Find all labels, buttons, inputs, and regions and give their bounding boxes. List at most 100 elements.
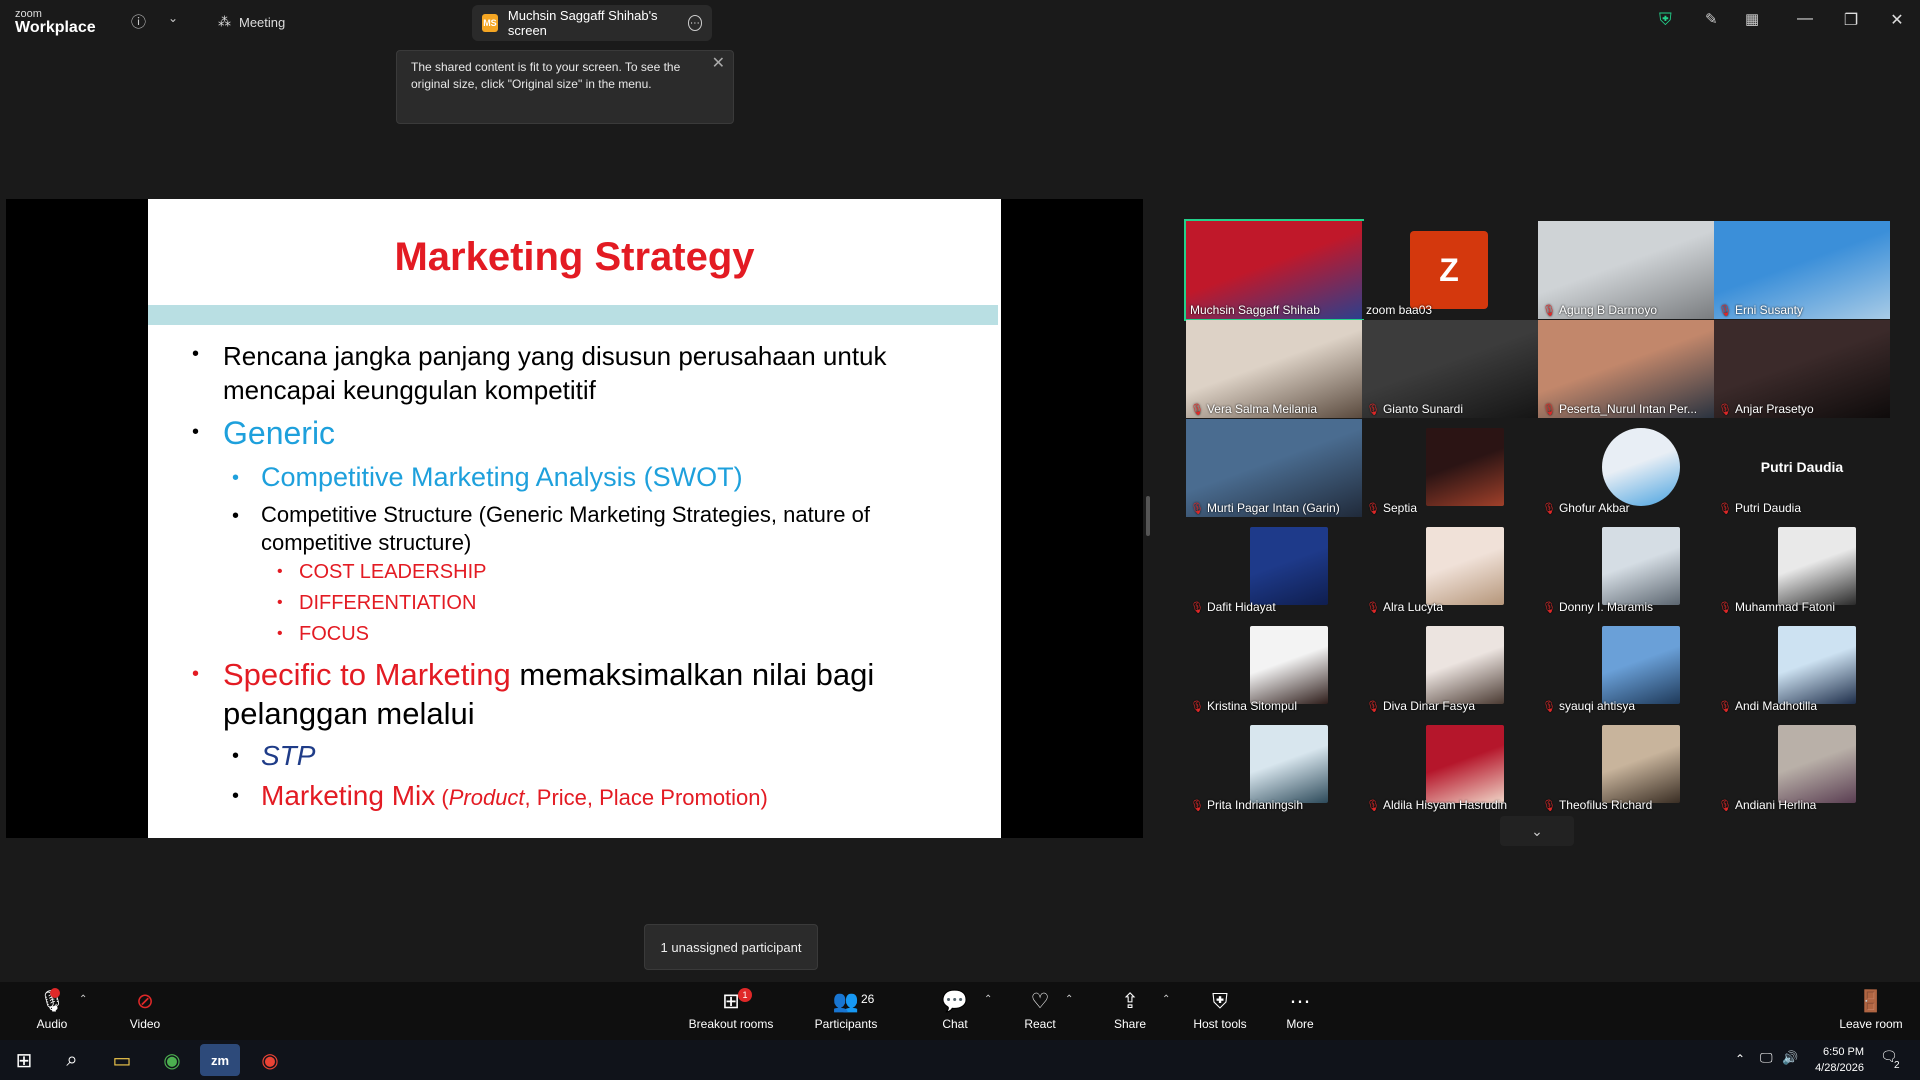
participant-tile[interactable]: 🎙 Andi Madhotilla (1714, 617, 1890, 715)
participant-tile[interactable]: 🎙 Kristina Sitompul (1186, 617, 1362, 715)
participant-name: 🎙 Murti Pagar Intan (Garin) (1190, 501, 1340, 515)
bullet: • (192, 421, 200, 443)
chat-button[interactable]: 💬 Chat (938, 982, 972, 1040)
participant-tile[interactable]: 🎙 Agung B Darmoyo (1538, 221, 1714, 319)
chrome-icon[interactable]: ◉ (152, 1044, 192, 1076)
title-bar: zoom Workplace ⓘ ⌄ ⁂ Meeting MS Muchsin … (0, 0, 1920, 44)
participant-name: 🎙 Diva Dinar Fasya (1366, 699, 1475, 713)
chevron-down-icon[interactable]: ⌄ (1500, 816, 1574, 846)
chevron-up-icon[interactable]: ⌃ (984, 994, 992, 1005)
more-button[interactable]: ⋯ More (1280, 982, 1320, 1040)
avatar (1250, 626, 1328, 704)
search-icon[interactable]: ⌕ (52, 1044, 92, 1076)
close-button[interactable]: ✕ (1882, 10, 1912, 30)
participant-tile[interactable]: 🎙 Diva Dinar Fasya (1362, 617, 1538, 715)
slide-text: Competitive Marketing Analysis (SWOT) (261, 462, 743, 492)
volume-icon[interactable]: 🔊 (1782, 1050, 1798, 1066)
host-tools-label: Host tools (1193, 1017, 1247, 1031)
file-explorer-icon[interactable]: ▭ (102, 1044, 142, 1076)
slide-text-black: memaksimalkan nilai bagi (510, 657, 875, 692)
layout-icon[interactable]: ▦ (1745, 10, 1759, 28)
participant-name-label: Vera Salma Meilania (1206, 402, 1318, 416)
bullet: • (277, 594, 283, 611)
participant-name: 🎙 Kristina Sitompul (1190, 699, 1297, 713)
slide-text-product: Product (448, 785, 525, 810)
zoom-logo: zoom Workplace (15, 9, 96, 36)
participant-tile[interactable]: 🎙 Septia (1362, 419, 1538, 517)
participant-tile[interactable]: Muchsin Saggaff Shihab (1184, 219, 1364, 321)
share-button[interactable]: ⇪ Share (1110, 982, 1150, 1040)
chevron-up-icon[interactable]: ⌃ (1735, 1052, 1745, 1066)
avatar (1778, 527, 1856, 605)
participant-name-label: syauqi ahtisya (1558, 699, 1636, 713)
participant-name: 🎙 Alra Lucyta (1366, 600, 1443, 614)
info-icon[interactable]: ⓘ (131, 11, 146, 32)
clock[interactable]: 6:50 PM 4/28/2026 (1815, 1044, 1864, 1076)
windows-start-icon[interactable]: ⊞ (4, 1044, 44, 1076)
tab-shared-screen-label: Muchsin Saggaff Shihab's screen (507, 8, 658, 38)
participant-tile[interactable]: 🎙 Ghofur Akbar (1538, 419, 1714, 517)
muted-microphone-icon: 🎙 (1190, 601, 1204, 614)
tab-shared-screen[interactable]: MS Muchsin Saggaff Shihab's screen ⋯ (472, 5, 712, 41)
participant-name: 🎙 Donny I. Maramis (1542, 600, 1653, 614)
participant-tile[interactable]: 🎙 Andiani Herlina (1714, 716, 1890, 814)
participant-tile[interactable]: 🎙 Erni Susanty (1714, 221, 1890, 319)
muted-microphone-icon: 🎙 (1542, 304, 1556, 317)
minimize-button[interactable]: — (1790, 10, 1820, 28)
unassigned-tooltip: 1 unassigned participant (644, 924, 818, 970)
avatar (1778, 725, 1856, 803)
meeting-icon: ⁂ (218, 14, 231, 29)
shield-icon[interactable]: ⛨ (1659, 10, 1672, 30)
zoom-app-icon[interactable]: zm (200, 1044, 240, 1076)
breakout-rooms-button[interactable]: ⊞ Breakout rooms (686, 982, 776, 1040)
chevron-up-icon[interactable]: ⌃ (1065, 994, 1073, 1005)
participant-tile[interactable]: 🎙 Peserta_Nurul Intan Per... (1538, 320, 1714, 418)
participant-tile[interactable]: Putri Daudia 🎙 Putri Daudia (1714, 419, 1890, 517)
participant-tile[interactable]: 🎙 syauqi ahtisya (1538, 617, 1714, 715)
participants-button[interactable]: 👥 Participants (810, 982, 882, 1040)
muted-microphone-icon: 🎙 (1366, 403, 1380, 416)
participant-tile[interactable]: 🎙 Theofilus Richard (1538, 716, 1714, 814)
muted-microphone-icon: 🎙 (1542, 403, 1556, 416)
participant-name-label: Anjar Prasetyo (1734, 402, 1814, 416)
react-label: React (1024, 1017, 1056, 1031)
participant-name: 🎙 Putri Daudia (1718, 501, 1801, 515)
participants-count: 26 (861, 992, 875, 1006)
video-button[interactable]: ⊘ Video (124, 982, 166, 1040)
participant-tile[interactable]: 🎙 Muhammad Fatoni (1714, 518, 1890, 616)
participant-tile[interactable]: 🎙 Alra Lucyta (1362, 518, 1538, 616)
chrome-icon[interactable]: ◉ (250, 1044, 290, 1076)
meeting-toolbar: 🎙 Audio ⌃ ⊘ Video ⊞ Breakout rooms 1 👥 P… (0, 982, 1920, 1040)
participant-tile[interactable]: 🎙 Prita Indrianingsih (1186, 716, 1362, 814)
participant-name: 🎙 Gianto Sunardi (1366, 402, 1463, 416)
participant-tile[interactable]: 🎙 Vera Salma Meilania (1186, 320, 1362, 418)
participant-tile[interactable]: Zzoom baa03 (1362, 221, 1538, 319)
participants-label: Participants (814, 1017, 878, 1031)
more-label: More (1286, 1017, 1314, 1031)
chat-label: Chat (942, 1017, 968, 1031)
restore-button[interactable]: ❐ (1836, 10, 1866, 30)
participant-tile[interactable]: 🎙 Donny I. Maramis (1538, 518, 1714, 616)
leave-room-button[interactable]: 🚪 Leave room (1836, 982, 1906, 1040)
chevron-up-icon[interactable]: ⌃ (79, 994, 87, 1005)
participant-tile[interactable]: 🎙 Murti Pagar Intan (Garin) (1186, 419, 1362, 517)
host-tools-button[interactable]: ⛨ Host tools (1188, 982, 1252, 1040)
pencil-icon[interactable]: ✎ (1705, 10, 1718, 28)
network-icon[interactable]: 🖵 (1760, 1050, 1773, 1066)
tab-meeting[interactable]: ⁂ Meeting (218, 10, 285, 34)
splitter-handle[interactable] (1146, 496, 1150, 536)
participant-tile[interactable]: 🎙 Aldila Hisyam Hasrudin (1362, 716, 1538, 814)
muted-microphone-icon: 🎙 (1718, 601, 1732, 614)
chevron-down-icon[interactable]: ⌄ (168, 11, 178, 25)
participant-name-label: Murti Pagar Intan (Garin) (1206, 501, 1340, 515)
more-options-icon[interactable]: ⋯ (687, 15, 702, 31)
audio-label: Audio (36, 1017, 68, 1031)
participant-tile[interactable]: 🎙 Dafit Hidayat (1186, 518, 1362, 616)
muted-microphone-icon: 🎙 (1366, 601, 1380, 614)
chevron-up-icon[interactable]: ⌃ (1162, 994, 1170, 1005)
participant-tile[interactable]: 🎙 Anjar Prasetyo (1714, 320, 1890, 418)
participant-tile[interactable]: 🎙 Gianto Sunardi (1362, 320, 1538, 418)
close-icon[interactable]: ✕ (712, 55, 725, 72)
slide-text: competitive structure) (261, 530, 472, 555)
react-button[interactable]: ♡ React (1020, 982, 1060, 1040)
